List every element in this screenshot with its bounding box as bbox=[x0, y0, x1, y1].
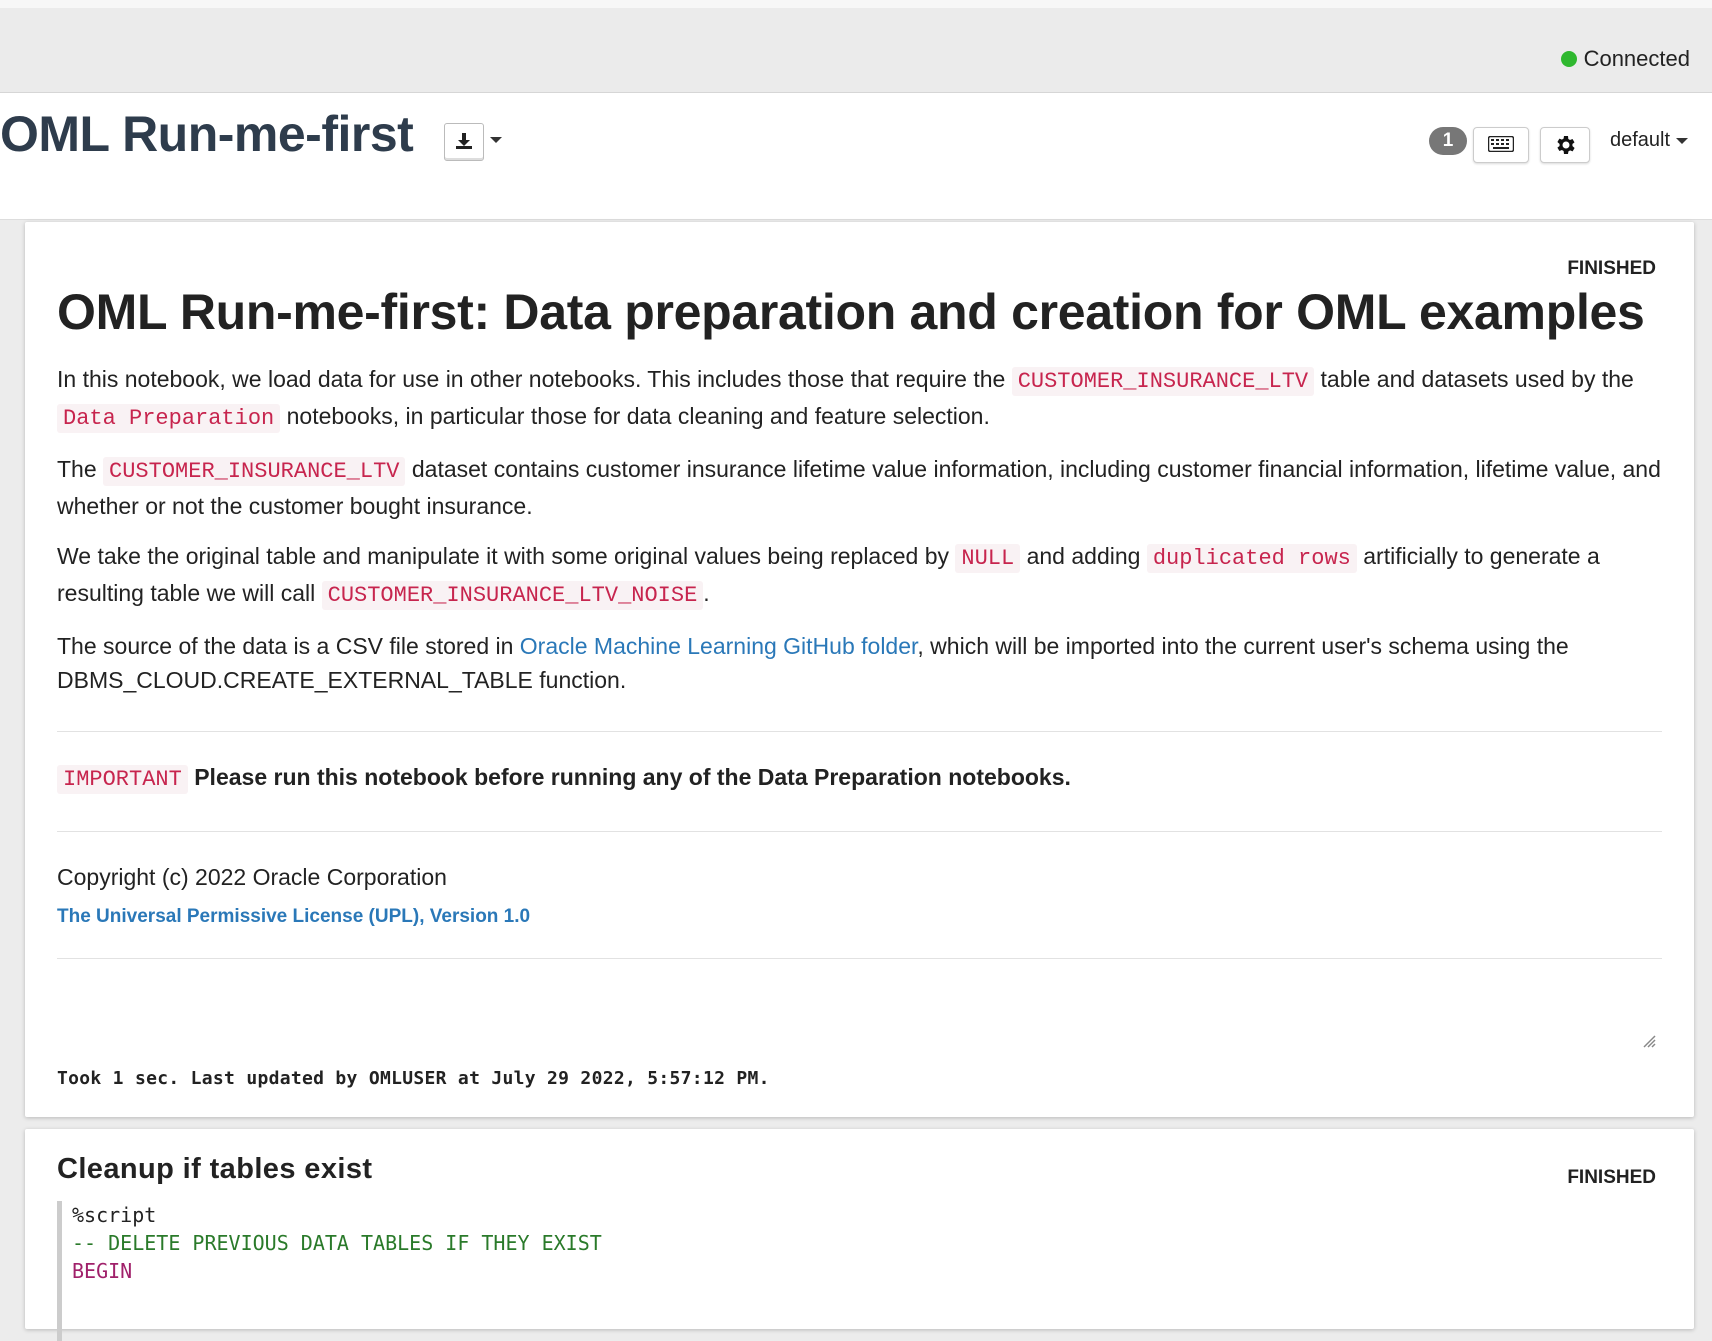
inline-code: Data Preparation bbox=[57, 404, 281, 433]
github-folder-link[interactable]: Oracle Machine Learning GitHub folder bbox=[520, 633, 918, 659]
text-run: The source of the data is a CSV file sto… bbox=[57, 633, 520, 659]
paragraph-status: FINISHED bbox=[1567, 258, 1656, 279]
code-line: BEGIN bbox=[72, 1259, 133, 1283]
paragraph-intro[interactable]: FINISHED OML Run-me-first: Data preparat… bbox=[25, 222, 1694, 1117]
dataset-description: The CUSTOMER_INSURANCE_LTV dataset conta… bbox=[57, 452, 1662, 523]
inline-code: CUSTOMER_INSURANCE_LTV bbox=[103, 457, 406, 486]
divider bbox=[57, 958, 1662, 959]
connection-status-label: Connected bbox=[1583, 46, 1690, 71]
paragraph-cleanup[interactable]: Cleanup if tables exist FINISHED %script… bbox=[25, 1129, 1694, 1341]
notebook-header: OML Run-me-first 1 default bbox=[0, 93, 1712, 220]
paragraph-status: FINISHED bbox=[1567, 1167, 1656, 1188]
paragraph-title: Cleanup if tables exist bbox=[57, 1153, 373, 1185]
notebook-title: OML Run-me-first bbox=[0, 106, 414, 162]
intro-text: In this notebook, we load data for use i… bbox=[57, 362, 1662, 436]
doc-heading: OML Run-me-first: Data preparation and c… bbox=[57, 284, 1645, 340]
export-button[interactable] bbox=[444, 123, 484, 161]
interpreter-binding-label: default bbox=[1610, 129, 1671, 151]
status-bar: Connected bbox=[0, 8, 1712, 93]
important-tag: IMPORTANT bbox=[57, 765, 188, 794]
settings-button[interactable] bbox=[1540, 127, 1590, 163]
inline-code: NULL bbox=[955, 544, 1021, 573]
notification-badge[interactable]: 1 bbox=[1429, 127, 1467, 155]
keyboard-icon bbox=[1488, 136, 1514, 152]
export-dropdown-caret-icon[interactable] bbox=[490, 137, 502, 143]
text-run: In this notebook, we load data for use i… bbox=[57, 366, 1012, 392]
text-run: . bbox=[703, 580, 710, 606]
code-editor[interactable]: %script -- DELETE PREVIOUS DATA TABLES I… bbox=[57, 1201, 1662, 1341]
paragraph-output: OML Run-me-first: Data preparation and c… bbox=[57, 284, 1662, 987]
noise-description: We take the original table and manipulat… bbox=[57, 539, 1662, 613]
inline-code: CUSTOMER_INSURANCE_LTV bbox=[1011, 367, 1315, 396]
inline-code: duplicated rows bbox=[1146, 544, 1357, 573]
inline-code: CUSTOMER_INSURANCE_LTV_NOISE bbox=[321, 581, 704, 610]
divider bbox=[57, 731, 1662, 732]
keyboard-shortcuts-button[interactable] bbox=[1473, 127, 1529, 163]
text-run: The bbox=[57, 456, 104, 482]
text-run: notebooks, in particular those for data … bbox=[280, 403, 990, 429]
interpreter-binding-dropdown[interactable]: default bbox=[1610, 129, 1689, 152]
download-icon bbox=[456, 133, 472, 149]
chevron-down-icon bbox=[1676, 137, 1689, 144]
resize-handle-icon[interactable] bbox=[1642, 1034, 1656, 1048]
gear-icon bbox=[1557, 136, 1575, 154]
source-description: The source of the data is a CSV file sto… bbox=[57, 629, 1662, 697]
code-line: -- DELETE PREVIOUS DATA TABLES IF THEY E… bbox=[72, 1231, 602, 1255]
connected-indicator-icon bbox=[1560, 51, 1577, 67]
paragraph-footer: Took 1 sec. Last updated by OMLUSER at J… bbox=[57, 1068, 770, 1089]
connection-status: Connected bbox=[1560, 46, 1690, 72]
text-run: and adding bbox=[1020, 543, 1147, 569]
text-run: table and datasets used by the bbox=[1314, 366, 1634, 392]
top-strip bbox=[0, 0, 1712, 8]
important-note: IMPORTANT Please run this notebook befor… bbox=[57, 760, 1662, 797]
code-line: %script bbox=[72, 1203, 157, 1227]
text-run: We take the original table and manipulat… bbox=[57, 543, 956, 569]
divider bbox=[57, 831, 1662, 832]
important-text: Please run this notebook before running … bbox=[187, 764, 1071, 790]
copyright-text: Copyright (c) 2022 Oracle Corporation bbox=[57, 864, 447, 890]
license-link[interactable]: The Universal Permissive License (UPL), … bbox=[57, 906, 530, 927]
